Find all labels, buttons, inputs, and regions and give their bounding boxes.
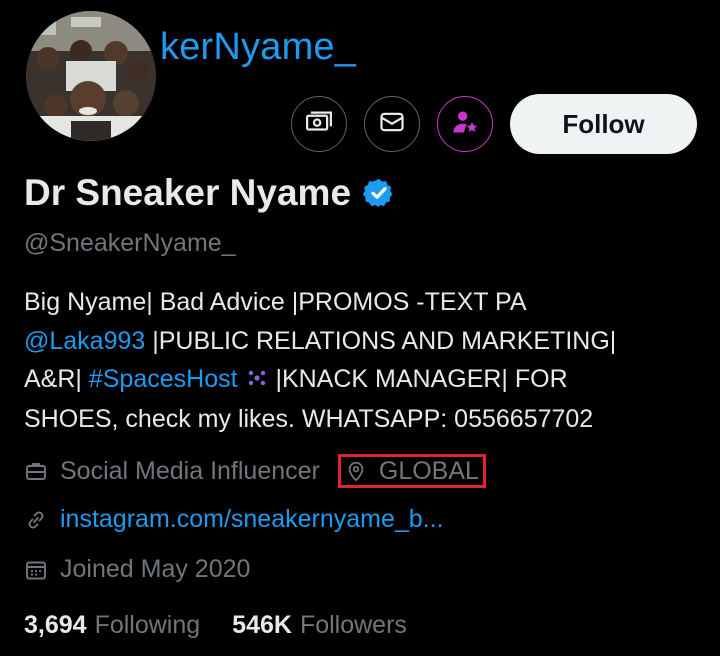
handle-overlay-text: kerNyame_ — [160, 26, 357, 68]
website-row: instagram.com/sneakernyame_b... — [24, 505, 444, 534]
message-button[interactable] — [364, 96, 420, 152]
spaces-sparkle-icon — [245, 361, 269, 400]
joined-row: Joined May 2020 — [24, 555, 250, 584]
bio-text: A&R| — [24, 365, 89, 393]
bio-line-3: A&R| #SpacesHost |KNACK MANAGER| FOR — [24, 360, 704, 400]
envelope-icon — [378, 108, 406, 141]
bio-text: |KNACK MANAGER| FOR — [268, 365, 568, 393]
person-star-icon — [451, 108, 479, 141]
follow-button[interactable]: Follow — [510, 94, 697, 154]
calendar-icon — [24, 558, 48, 582]
joined-date: Joined May 2020 — [60, 555, 251, 583]
location-highlight-box: GLOBAL — [337, 454, 486, 488]
bio-line-2: @Laka993 |PUBLIC RELATIONS AND MARKETING… — [24, 322, 704, 361]
avatar-photo — [26, 11, 156, 141]
followers-count: 546K — [232, 611, 292, 639]
website-link[interactable]: instagram.com/sneakernyame_b... — [60, 505, 444, 534]
bio-text: |PUBLIC RELATIONS AND MARKETING| — [145, 326, 617, 355]
followers-stat[interactable]: 546K Followers — [232, 611, 407, 640]
profile-meta-row: Social Media Influencer GLOBAL — [24, 454, 486, 488]
following-label: Following — [94, 611, 201, 639]
following-stat[interactable]: 3,694 Following — [24, 611, 200, 640]
display-name: Dr Sneaker Nyame — [24, 172, 352, 213]
location-label: GLOBAL — [378, 456, 479, 485]
avatar[interactable] — [24, 9, 158, 143]
mention-link[interactable]: @Laka993 — [24, 327, 145, 355]
subscribe-button[interactable] — [437, 96, 493, 152]
profession-label: Social Media Influencer — [60, 456, 320, 485]
hashtag-link[interactable]: #SpacesHost — [89, 365, 238, 393]
verified-badge-icon[interactable] — [363, 177, 395, 209]
tip-button[interactable] — [291, 96, 347, 152]
link-icon — [24, 508, 48, 532]
location-pin-icon — [345, 459, 367, 483]
display-name-row: Dr Sneaker Nyame — [24, 172, 395, 214]
username: @SneakerNyame_ — [24, 229, 236, 257]
money-icon — [304, 107, 334, 142]
bio-line-4: SHOES, check my likes. WHATSAPP: 0556657… — [24, 404, 594, 433]
bio-line-1: Big Nyame| Bad Advice |PROMOS -TEXT PA — [24, 288, 527, 316]
following-count: 3,694 — [24, 611, 87, 639]
briefcase-icon — [24, 459, 48, 483]
followers-label: Followers — [299, 611, 407, 639]
follow-stats: 3,694 Following 546K Followers — [24, 611, 407, 640]
bio: Big Nyame| Bad Advice |PROMOS -TEXT PA @… — [24, 283, 704, 438]
